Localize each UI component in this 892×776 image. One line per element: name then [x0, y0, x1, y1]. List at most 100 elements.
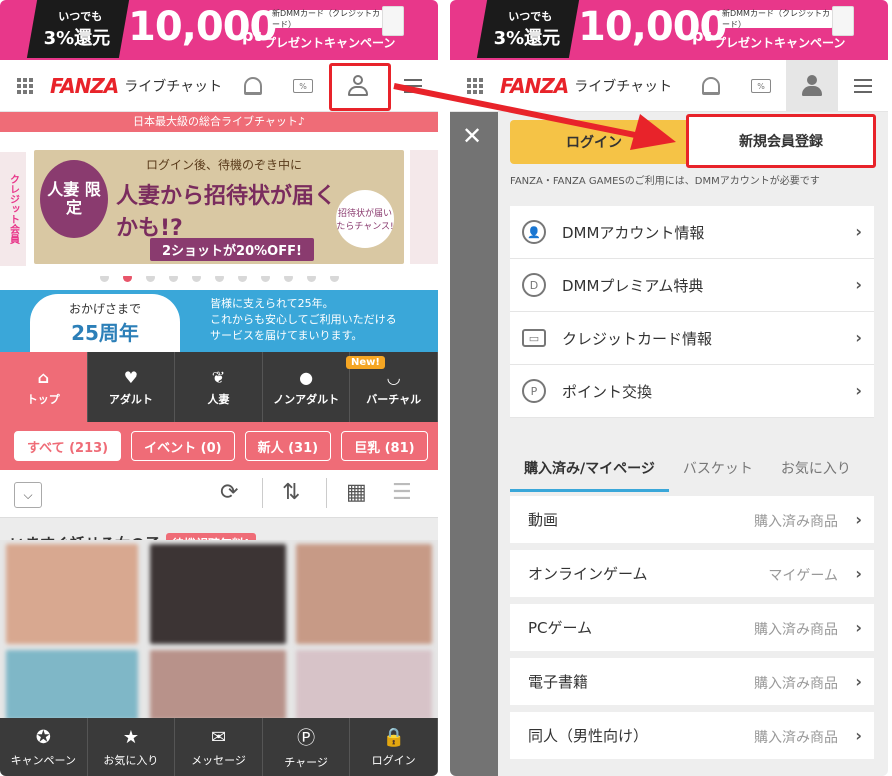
category-tab[interactable]: ⌂ トップ — [0, 352, 88, 422]
promo-badge-line2: 3%還元 — [493, 28, 560, 49]
bottom-nav-item[interactable]: ✪ キャンペーン — [0, 718, 88, 776]
menu-item-label: DMMアカウント情報 — [562, 223, 705, 242]
bell-icon[interactable] — [228, 60, 278, 112]
list-view-icon[interactable]: ☰ — [392, 480, 412, 505]
account-drawer: ログイン 新規会員登録 FANZA・FANZA GAMESのご利用には、DMMア… — [498, 112, 888, 776]
points-icon-text: % — [751, 79, 771, 93]
banner-bubble: 招待状が届いたらチャンス! — [336, 190, 394, 248]
category-tab[interactable]: ❦ 人妻 — [175, 352, 263, 422]
home-icon: ⌂ — [37, 367, 50, 387]
chevron-right-icon: › — [855, 328, 862, 347]
bottom-nav-label: お気に入り — [103, 753, 159, 767]
promo-unit: pt — [692, 26, 712, 45]
promo-banner[interactable]: いつでも 3%還元 10,000 pt 新DMMカード（クレジットカード） プレ… — [0, 0, 438, 60]
performer-thumbnail[interactable] — [296, 544, 432, 644]
fanza-logo[interactable]: FANZA — [500, 74, 569, 98]
banner-line1: ログイン後、待機のぞき中に — [146, 158, 303, 172]
filter-chip[interactable]: イベント (0) — [131, 431, 235, 461]
purchase-menu-item[interactable]: 動画 購入済み商品 › — [510, 496, 874, 543]
filter-chip[interactable]: すべて (213) — [14, 431, 122, 461]
performer-thumbnail[interactable] — [150, 650, 286, 720]
point-icon: Ⓟ — [297, 728, 316, 749]
grid-view-icon[interactable]: ▦ — [346, 480, 367, 505]
promo-badge-line2: 3%還元 — [43, 28, 110, 49]
sort-icon[interactable]: ⇅ — [282, 480, 300, 505]
chevron-right-icon: › — [855, 275, 862, 294]
category-tab[interactable]: ● ノンアダルト — [263, 352, 351, 422]
category-label: 人妻 — [207, 392, 230, 406]
chevron-right-icon: › — [855, 726, 862, 745]
refresh-icon[interactable]: ⟳ — [220, 480, 238, 505]
dimmed-overlay[interactable] — [450, 112, 498, 776]
credit-card-icon: ▭ — [522, 329, 546, 347]
tagline: 日本最大級の総合ライブチャット♪ — [0, 112, 438, 132]
account-icon[interactable] — [786, 60, 838, 112]
purchase-tab[interactable]: バスケット — [669, 458, 767, 492]
menu-item-sublabel: マイゲーム — [768, 568, 838, 584]
banner-carousel[interactable]: クレジット会員 人妻 限定 ログイン後、待機のぞき中に 人妻から招待状が届くかも… — [0, 132, 438, 276]
purchase-menu-item[interactable]: オンラインゲーム マイゲーム › — [510, 550, 874, 597]
hamburger-menu-icon[interactable] — [388, 60, 438, 112]
side-banner-left[interactable]: クレジット会員 — [0, 152, 26, 266]
hamburger-menu-icon[interactable] — [838, 60, 888, 112]
purchase-tab[interactable]: お気に入り — [767, 458, 865, 492]
purchase-menu-item[interactable]: 電子書籍 購入済み商品 › — [510, 658, 874, 705]
menu-item-label: オンラインゲーム — [528, 565, 648, 583]
purchase-tab[interactable]: 購入済み/マイページ — [510, 458, 669, 492]
user-icon: 👤 — [522, 220, 546, 244]
premium-icon: D — [522, 273, 546, 297]
register-button[interactable]: 新規会員登録 — [686, 114, 876, 168]
award-icon: ✪ — [35, 726, 51, 748]
account-menu-item[interactable]: 👤 DMMアカウント情報 › — [510, 206, 874, 259]
bottom-nav-item[interactable]: Ⓟ チャージ — [263, 718, 351, 776]
promo-badge: いつでも 3%還元 — [26, 0, 130, 58]
app-header: FANZA ライブチャット % — [450, 60, 888, 112]
menu-item-label: 動画 — [528, 511, 559, 529]
fanza-logo[interactable]: FANZA — [50, 74, 119, 98]
category-nav: New! ⌂ トップ ♥ アダルト ❦ 人妻 ● ノンアダルト ◡ バーチャル — [0, 352, 438, 422]
filter-chips: すべて (213) イベント (0) 新人 (31) 巨乳 (81) — [0, 422, 438, 470]
account-menu-item[interactable]: P ポイント交換 › — [510, 365, 874, 418]
performer-thumbnail[interactable] — [296, 650, 432, 720]
account-menu-item[interactable]: ▭ クレジットカード情報 › — [510, 312, 874, 365]
points-icon[interactable]: % — [736, 60, 786, 112]
chevron-right-icon: › — [855, 222, 862, 241]
category-label: ノンアダルト — [273, 392, 340, 406]
side-banner-right[interactable] — [410, 150, 438, 264]
category-tab[interactable]: ♥ アダルト — [88, 352, 176, 422]
chevron-right-icon: › — [855, 618, 862, 637]
heart-icon: ♥ — [123, 367, 139, 387]
chevron-down-icon[interactable]: ⌵ — [14, 482, 42, 508]
filter-chip[interactable]: 巨乳 (81) — [341, 431, 428, 461]
anniversary-banner[interactable]: おかげさまで 25周年 皆様に支えられて25年。 これからも安心してご利用いただ… — [0, 290, 438, 352]
promo-card-label: 新DMMカード（クレジットカード） — [718, 9, 834, 29]
account-menu-item[interactable]: D DMMプレミアム特典 › — [510, 259, 874, 312]
promo-subtitle: プレゼントキャンペーン — [714, 36, 846, 50]
performer-thumbnail[interactable] — [6, 650, 138, 720]
main-banner[interactable]: 人妻 限定 ログイン後、待機のぞき中に 人妻から招待状が届くかも!? 2ショット… — [34, 150, 404, 264]
close-icon[interactable]: ✕ — [462, 122, 482, 150]
highlight-account-icon — [329, 63, 391, 111]
chevron-right-icon: › — [855, 564, 862, 583]
anniversary-cloud: おかげさまで 25周年 — [30, 294, 180, 352]
promo-card-label: 新DMMカード（クレジットカード） — [268, 9, 384, 29]
bottom-nav-item[interactable]: 🔒 ログイン — [350, 718, 438, 776]
purchase-tabs: 購入済み/マイページ バスケット お気に入り — [510, 442, 874, 492]
promo-badge-line1: いつでも — [508, 10, 553, 23]
bottom-nav-item[interactable]: ✉ メッセージ — [175, 718, 263, 776]
performer-thumbnail[interactable] — [150, 544, 286, 644]
promo-banner[interactable]: いつでも 3%還元 10,000 pt 新DMMカード（クレジットカード） プレ… — [450, 0, 888, 60]
login-button[interactable]: ログイン — [510, 120, 690, 164]
anniversary-line1: おかげさまで — [68, 302, 141, 316]
purchase-menu-item[interactable]: 同人（男性向け） 購入済み商品 › — [510, 712, 874, 759]
promo-badge-line1: いつでも — [58, 10, 103, 23]
purchase-menu-item[interactable]: PCゲーム 購入済み商品 › — [510, 604, 874, 651]
apps-grid-icon[interactable] — [0, 60, 50, 112]
filter-chip[interactable]: 新人 (31) — [244, 431, 332, 461]
apps-grid-icon[interactable] — [450, 60, 500, 112]
performer-thumbnail[interactable] — [6, 544, 138, 644]
bell-icon[interactable] — [686, 60, 736, 112]
toolbar-divider — [326, 478, 327, 508]
bottom-nav-item[interactable]: ★ お気に入り — [88, 718, 176, 776]
points-icon[interactable]: % — [278, 60, 328, 112]
